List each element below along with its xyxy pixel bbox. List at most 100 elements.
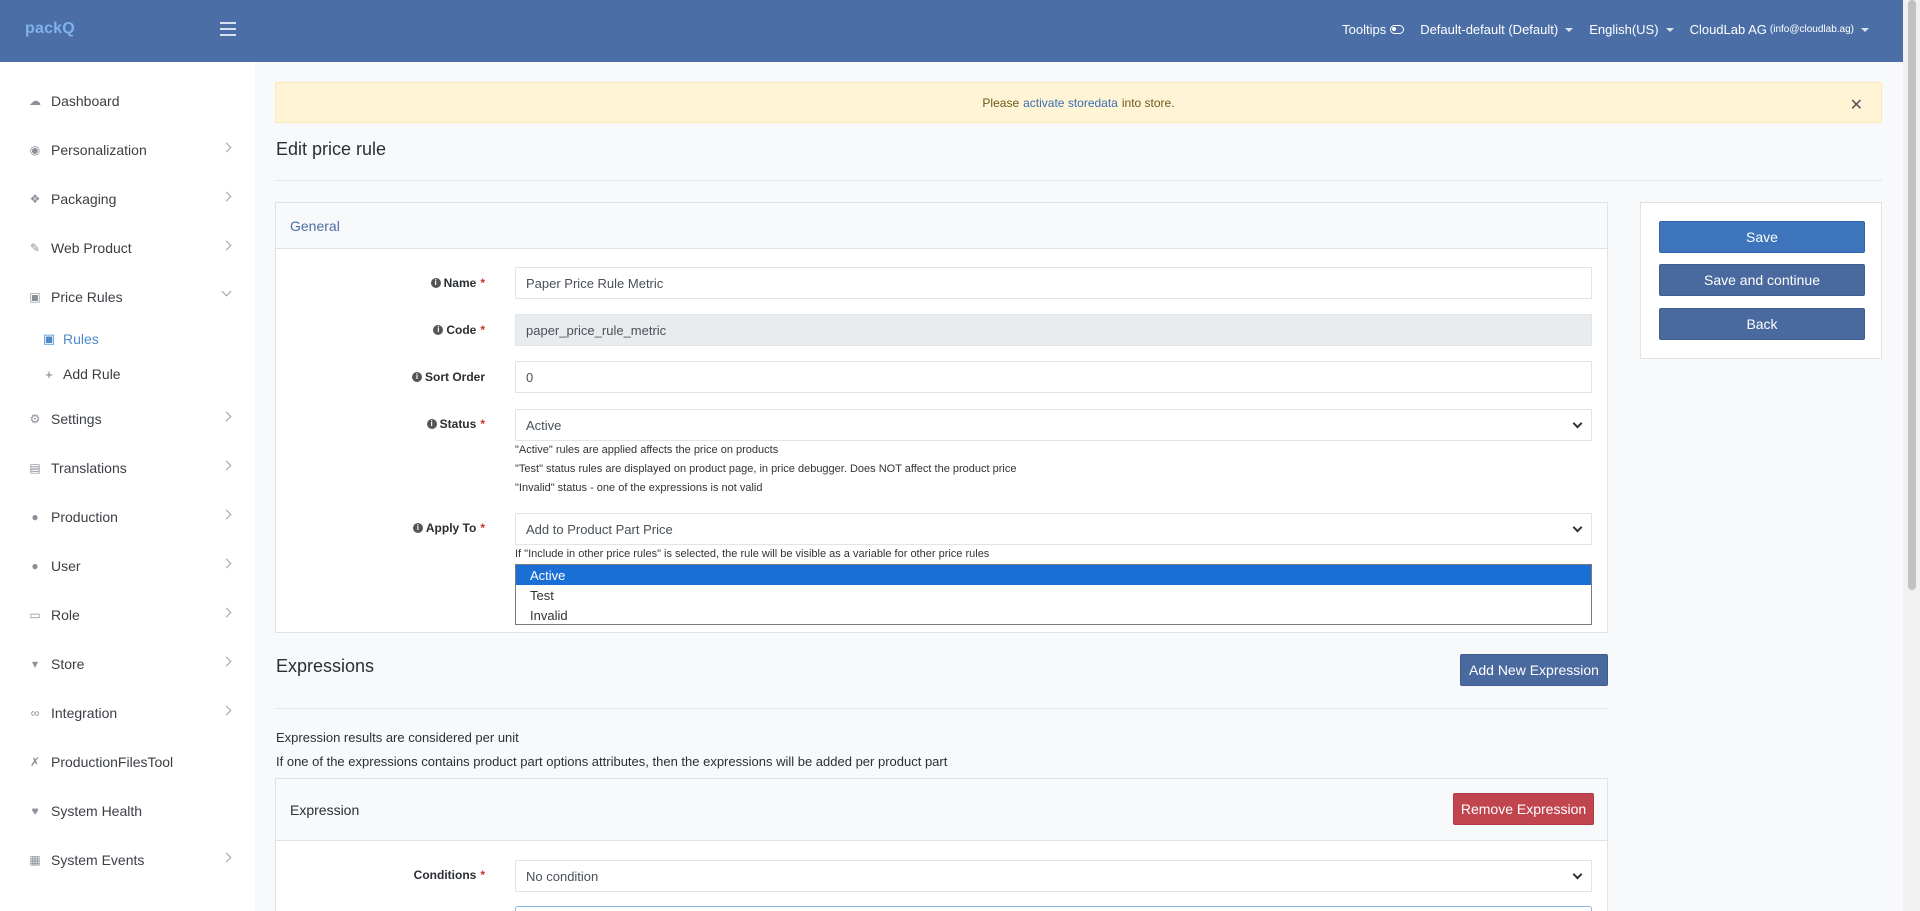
chevron-right-icon (221, 142, 232, 153)
activate-storedata-link[interactable]: activate storedata (1023, 96, 1118, 110)
expression-title: Expression (290, 802, 360, 818)
alert-prefix: Please (982, 95, 1020, 110)
chevron-right-icon (221, 411, 232, 422)
conditions-selected-value: No condition (526, 868, 599, 884)
cloud-icon: ☁ (29, 94, 41, 108)
close-icon[interactable]: ✕ (1850, 95, 1863, 115)
tooltips-label: Tooltips (1342, 22, 1387, 37)
sidebar-item-label: ProductionFilesTool (51, 754, 174, 770)
money-icon: ▣ (42, 331, 56, 346)
sidebar-item-label: Price Rules (51, 289, 123, 305)
sidebar-item-translations[interactable]: ▤ Translations (0, 453, 255, 483)
language-label: English(US) (1589, 22, 1659, 37)
info-icon[interactable]: i (411, 372, 422, 382)
sidebar-subitem-add-rule[interactable]: + Add Rule (0, 361, 255, 387)
status-option-test[interactable]: Test (516, 585, 1591, 605)
apply-to-select[interactable]: Add to Product Part Price (515, 513, 1592, 545)
apply-to-label-text: Apply To (425, 521, 477, 535)
status-label-text: Status (439, 417, 477, 431)
id-card-icon: ▭ (29, 608, 41, 622)
conditions-label: Conditions * (300, 866, 485, 884)
code-label-text: Code (446, 323, 477, 337)
sidebar-item-label: System Events (51, 852, 145, 868)
sidebar-item-dashboard[interactable]: ☁ Dashboard (0, 86, 255, 116)
pen-icon: ✎ (29, 241, 41, 255)
menu-toggle-icon[interactable] (220, 22, 236, 36)
plus-icon: + (45, 366, 53, 382)
expressions-note-per-part: If one of the expressions contains produ… (276, 754, 948, 769)
calendar-icon: ▦ (29, 853, 41, 867)
status-help-2: "Test" status rules are displayed on pro… (515, 463, 1017, 475)
sidebar-item-label: Personalization (51, 142, 147, 158)
cart-icon: ▾ (31, 657, 39, 671)
sort-order-label-text: Sort Order (424, 370, 485, 384)
sidebar-item-role[interactable]: ▭ Role (0, 600, 255, 630)
divider (275, 708, 1608, 709)
status-help-1: "Active" rules are applied affects the p… (515, 444, 779, 456)
sidebar-item-label: User (51, 558, 81, 574)
tooltips-toggle[interactable]: Tooltips (1342, 22, 1405, 37)
status-dropdown-list: Active Test Invalid (515, 564, 1592, 625)
save-and-continue-button[interactable]: Save and continue (1659, 264, 1865, 296)
sidebar: ☁ Dashboard ◉ Personalization ❖ Packagin… (0, 62, 255, 911)
toggle-icon[interactable] (1390, 25, 1405, 34)
store-selector-label: Default-default (Default) (1420, 22, 1559, 37)
sidebar-item-user[interactable]: ● User (0, 551, 255, 581)
status-select[interactable]: Active (515, 409, 1592, 441)
sidebar-item-settings[interactable]: ⚙ Settings (0, 404, 255, 434)
chevron-down-icon (1572, 522, 1583, 533)
sidebar-item-personalization[interactable]: ◉ Personalization (0, 135, 255, 165)
sidebar-item-production-files-tool[interactable]: ✗ ProductionFilesTool (0, 747, 255, 777)
status-option-invalid[interactable]: Invalid (516, 605, 1591, 625)
required-marker: * (480, 521, 485, 535)
sidebar-item-integration[interactable]: ∞ Integration (0, 698, 255, 728)
app-logo[interactable]: packQ (25, 20, 75, 38)
account-email: (info@cloudlab.ag) (1769, 24, 1854, 35)
sidebar-item-label: Dashboard (51, 93, 120, 109)
status-option-active[interactable]: Active (516, 565, 1591, 585)
sidebar-item-production[interactable]: ● Production (0, 502, 255, 532)
sidebar-item-system-health[interactable]: ♥ System Health (0, 796, 255, 826)
sidebar-item-packaging[interactable]: ❖ Packaging (0, 184, 255, 214)
link-icon: ∞ (30, 706, 40, 720)
sidebar-subitem-label: Rules (63, 331, 99, 347)
general-card-header: General (276, 203, 1607, 249)
sidebar-item-price-rules[interactable]: ▣ Price Rules (0, 282, 255, 312)
chevron-down-icon (1572, 418, 1583, 429)
expression-input-focused[interactable] (515, 906, 1592, 911)
store-alert: Please activate storedata into store. ✕ (275, 82, 1882, 123)
sidebar-item-label: Role (51, 607, 80, 623)
sidebar-item-label: Translations (51, 460, 127, 476)
chevron-right-icon (221, 460, 232, 471)
chevron-down-icon (1572, 869, 1583, 880)
required-marker: * (480, 868, 485, 882)
sort-order-label: i Sort Order (300, 368, 485, 386)
sidebar-item-system-events[interactable]: ▦ System Events (0, 845, 255, 875)
code-label: i Code * (300, 321, 485, 339)
info-icon[interactable]: i (433, 325, 444, 335)
account-menu[interactable]: CloudLab AG (info@cloudlab.ag) (1690, 22, 1869, 37)
add-new-expression-button[interactable]: Add New Expression (1460, 654, 1608, 686)
sidebar-item-label: Web Product (51, 240, 132, 256)
info-icon[interactable]: i (430, 278, 441, 288)
sidebar-item-store[interactable]: ▾ Store (0, 649, 255, 679)
chevron-right-icon (221, 509, 232, 520)
chevron-right-icon (221, 705, 232, 716)
language-selector[interactable]: English(US) (1589, 22, 1674, 37)
sidebar-item-label: Packaging (51, 191, 117, 207)
info-icon[interactable]: i (412, 523, 423, 533)
sidebar-subitem-rules[interactable]: ▣ Rules (0, 326, 255, 352)
save-button[interactable]: Save (1659, 221, 1865, 253)
back-button[interactable]: Back (1659, 308, 1865, 340)
name-label: i Name * (300, 274, 485, 292)
page-scrollbar[interactable] (1903, 0, 1920, 911)
sidebar-item-web-product[interactable]: ✎ Web Product (0, 233, 255, 263)
remove-expression-button[interactable]: Remove Expression (1453, 793, 1594, 825)
store-selector[interactable]: Default-default (Default) (1420, 22, 1574, 37)
money-icon: ▣ (29, 290, 41, 304)
sort-order-input[interactable]: 0 (515, 361, 1592, 393)
scrollbar-thumb[interactable] (1908, 0, 1916, 590)
info-icon[interactable]: i (426, 419, 437, 429)
name-input[interactable]: Paper Price Rule Metric (515, 267, 1592, 299)
conditions-select[interactable]: No condition (515, 860, 1592, 892)
